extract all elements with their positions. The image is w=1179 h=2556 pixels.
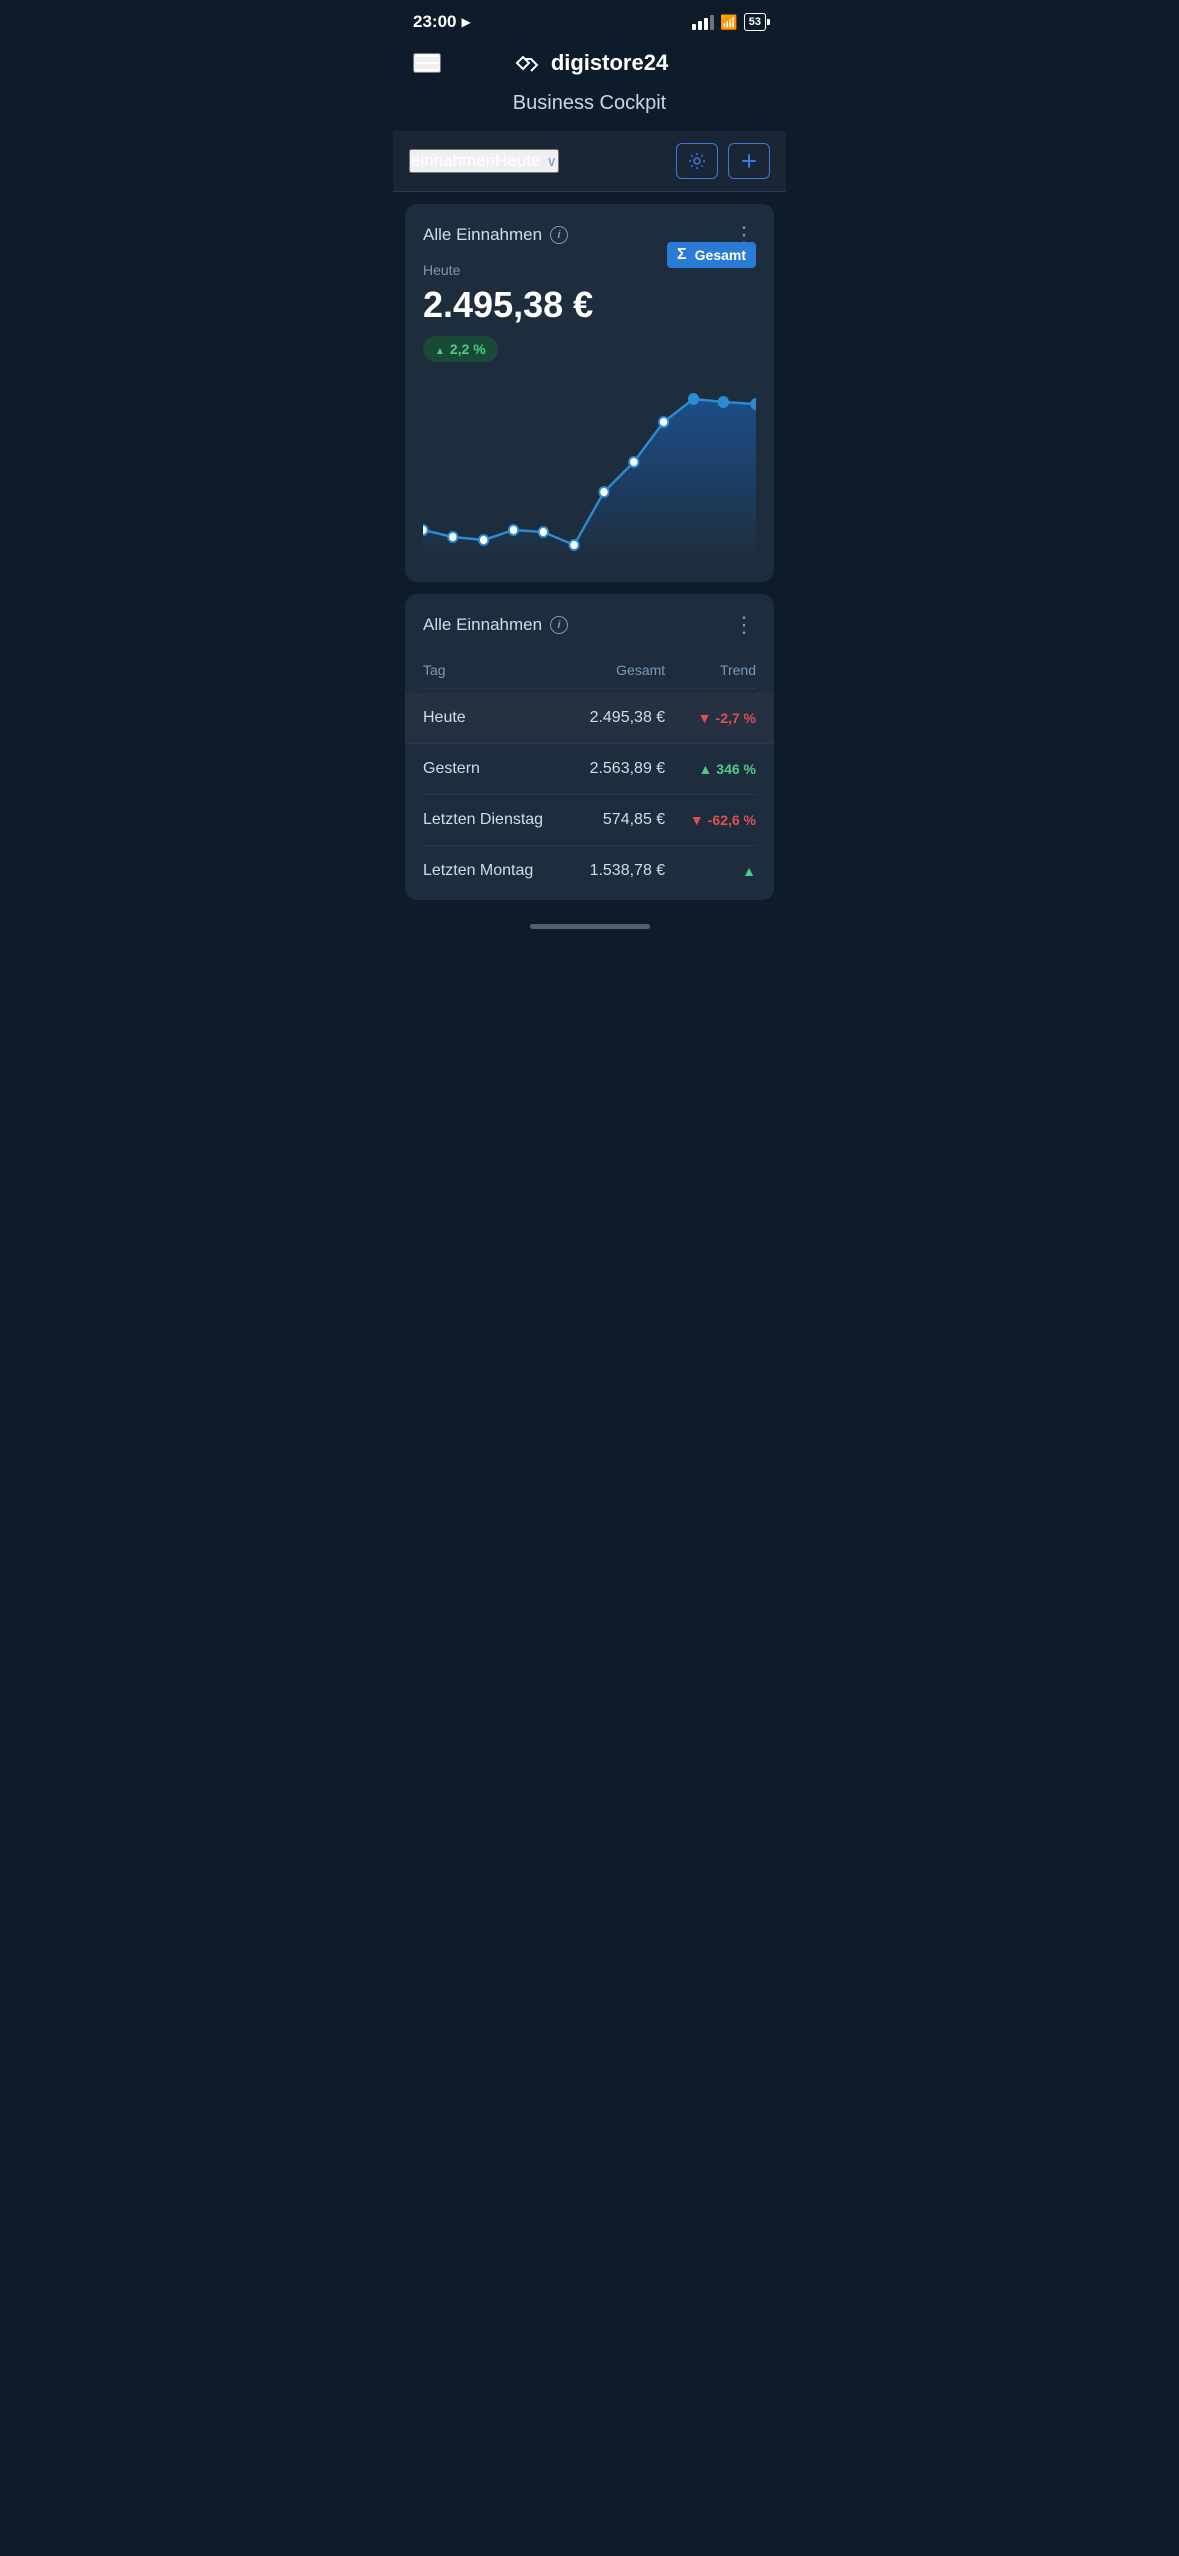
chart-point bbox=[479, 535, 488, 545]
table-row: Heute 2.495,38 € ▼ -2,7 % bbox=[405, 693, 774, 744]
logo: digistore24 bbox=[511, 50, 668, 76]
toolbar-actions bbox=[676, 143, 770, 179]
card2-more-button[interactable]: ⋮ bbox=[733, 614, 756, 636]
battery-icon: 53 bbox=[744, 13, 766, 31]
top-nav: digistore24 bbox=[393, 40, 786, 92]
table-header: Tag Gesamt Trend bbox=[423, 652, 756, 689]
plus-icon bbox=[740, 152, 758, 170]
revenue-chart-card: Alle Einnahmen i ⋮ Heute 2.495,38 € 2,2 … bbox=[405, 204, 774, 582]
row-trend-heute: ▼ -2,7 % bbox=[665, 710, 756, 726]
home-indicator-pill bbox=[530, 924, 650, 929]
chart-point bbox=[539, 527, 548, 537]
table-row-partial: Letzten Montag 1.538,78 € ▲ bbox=[423, 846, 756, 880]
trend-up-icon: ▲ bbox=[698, 761, 712, 777]
table-row: Letzten Dienstag 574,85 € ▼ -62,6 % bbox=[423, 795, 756, 846]
chart-point bbox=[659, 417, 668, 427]
period-dropdown[interactable]: einnahmenHeute ∨ bbox=[409, 149, 559, 173]
row-trend-gestern: ▲ 346 % bbox=[665, 761, 756, 777]
wifi-icon: 📶 bbox=[720, 14, 737, 31]
card2-header: Alle Einnahmen i ⋮ bbox=[423, 614, 756, 636]
chart-point bbox=[629, 457, 638, 467]
chart-svg bbox=[423, 382, 756, 562]
row-day-dienstag: Letzten Dienstag bbox=[423, 811, 544, 829]
chart-point bbox=[569, 540, 578, 550]
card2-info-icon[interactable]: i bbox=[550, 616, 568, 634]
revenue-table-card: Alle Einnahmen i ⋮ Tag Gesamt Trend Heut… bbox=[405, 594, 774, 900]
sigma-badge: Σ Gesamt bbox=[667, 242, 756, 268]
chart-point bbox=[719, 397, 728, 407]
trend-up-icon bbox=[435, 341, 445, 357]
card2-title: Alle Einnahmen bbox=[423, 615, 542, 635]
card2-title-row: Alle Einnahmen i bbox=[423, 615, 568, 635]
card1-title-row: Alle Einnahmen i bbox=[423, 225, 568, 245]
period-dropdown-label: einnahmenHeute bbox=[411, 151, 540, 171]
row-amount-gestern: 2.563,89 € bbox=[544, 760, 665, 778]
signal-icon bbox=[692, 15, 714, 30]
table-row: Gestern 2.563,89 € ▲ 346 % bbox=[423, 744, 756, 795]
row-day-heute: Heute bbox=[423, 709, 544, 727]
logo-icon bbox=[511, 51, 543, 75]
row-amount-dienstag: 574,85 € bbox=[544, 811, 665, 829]
gear-icon bbox=[688, 152, 706, 170]
trend-up-icon: ▲ bbox=[742, 863, 756, 879]
status-icons: 📶 53 bbox=[692, 13, 766, 31]
row-day-gestern: Gestern bbox=[423, 760, 544, 778]
sigma-icon: Σ bbox=[677, 246, 687, 264]
info-icon[interactable]: i bbox=[550, 226, 568, 244]
chart-point bbox=[599, 487, 608, 497]
revenue-chart bbox=[423, 382, 756, 562]
row-trend-dienstag: ▼ -62,6 % bbox=[665, 812, 756, 828]
trend-down-icon: ▼ bbox=[698, 710, 712, 726]
row-amount-montag: 1.538,78 € bbox=[544, 862, 665, 880]
chart-point bbox=[751, 399, 756, 409]
card1-title: Alle Einnahmen bbox=[423, 225, 542, 245]
add-button[interactable] bbox=[728, 143, 770, 179]
settings-button[interactable] bbox=[676, 143, 718, 179]
chart-point bbox=[423, 525, 428, 535]
chevron-down-icon: ∨ bbox=[546, 153, 556, 170]
status-time: 23:00 bbox=[413, 12, 456, 32]
trend-down-icon: ▼ bbox=[690, 812, 704, 828]
row-amount-heute: 2.495,38 € bbox=[544, 709, 665, 727]
card1-period: Heute bbox=[423, 262, 593, 278]
hamburger-button[interactable] bbox=[413, 53, 441, 73]
chart-point bbox=[509, 525, 518, 535]
card1-trend-value: 2,2 % bbox=[450, 341, 486, 357]
toolbar: einnahmenHeute ∨ bbox=[393, 131, 786, 192]
card1-trend-badge: 2,2 % bbox=[423, 336, 498, 362]
col-header-tag: Tag bbox=[423, 662, 544, 678]
card1-amount: 2.495,38 € bbox=[423, 284, 593, 326]
logo-text: digistore24 bbox=[551, 50, 668, 76]
location-icon: ▶ bbox=[461, 15, 470, 29]
col-header-gesamt: Gesamt bbox=[544, 662, 665, 678]
status-bar: 23:00 ▶ 📶 53 bbox=[393, 0, 786, 40]
chart-point bbox=[448, 532, 457, 542]
home-indicator bbox=[393, 912, 786, 937]
page-title-bar: Business Cockpit bbox=[393, 92, 786, 131]
chart-area bbox=[423, 399, 756, 562]
row-trend-montag: ▲ bbox=[665, 863, 756, 879]
chart-point bbox=[689, 394, 698, 404]
page-title: Business Cockpit bbox=[513, 92, 666, 114]
row-day-montag: Letzten Montag bbox=[423, 862, 544, 880]
col-header-trend: Trend bbox=[665, 662, 756, 678]
sigma-label: Gesamt bbox=[695, 247, 746, 263]
